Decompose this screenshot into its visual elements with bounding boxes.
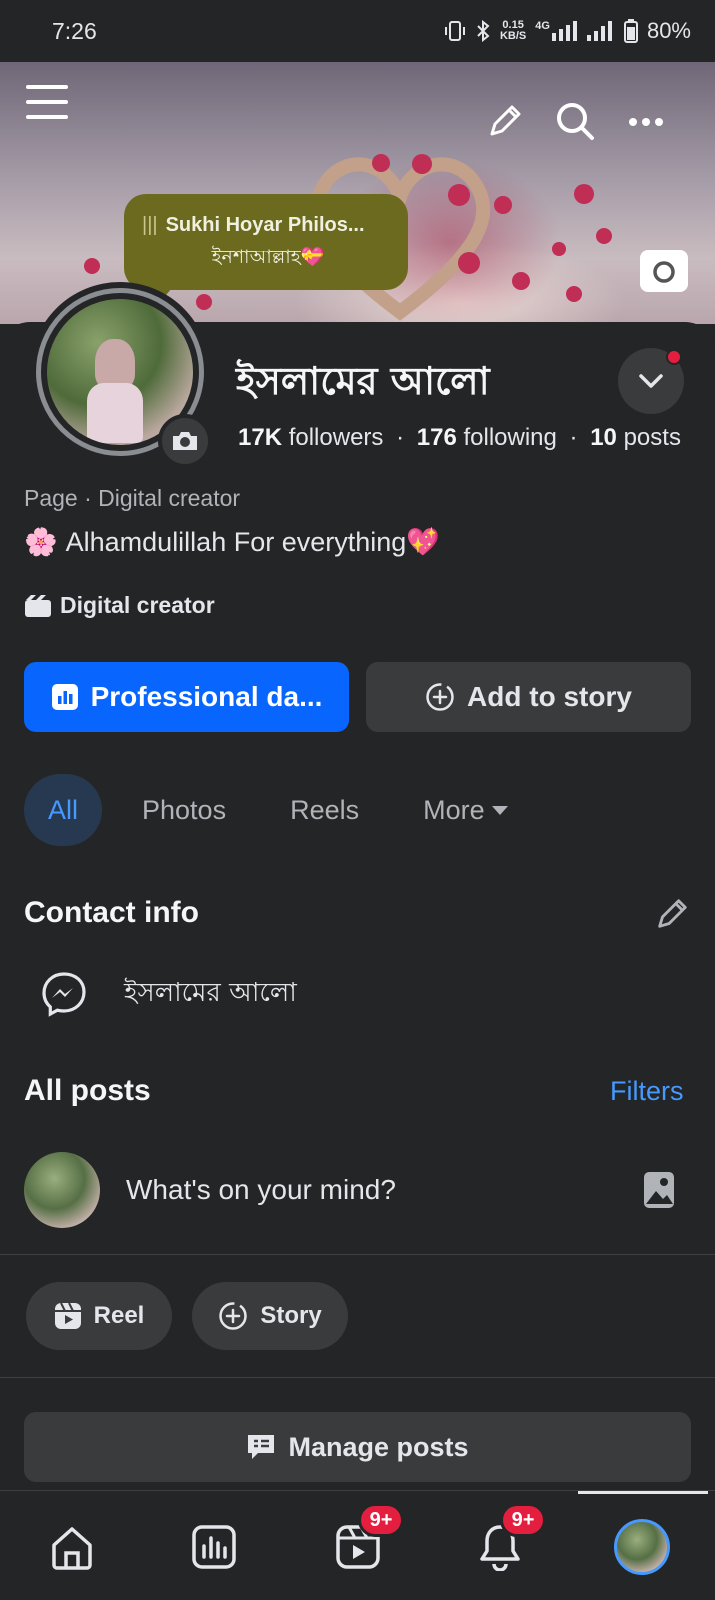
blossom-emoji-icon: 🌸 [24,527,58,557]
cover-blossom [494,196,512,214]
bluetooth-icon [477,20,490,42]
dashboard-icon [51,684,78,710]
all-posts-title: All posts [24,1074,151,1107]
add-circle-icon [219,1302,248,1330]
cover-blossom [596,228,612,244]
professional-dashboard-button[interactable]: Professional da... [24,662,349,732]
clapperboard-icon [25,594,51,617]
story-button[interactable]: Story [192,1282,348,1350]
active-tab-indicator [578,1491,708,1494]
edit-contact-icon[interactable] [654,896,690,932]
camera-icon [653,261,675,283]
search-icon[interactable] [554,100,596,142]
nav-profile[interactable] [614,1519,670,1575]
camera-icon [173,432,197,450]
followers-link[interactable]: 17K followers [238,424,383,451]
chevron-down-icon [639,374,663,388]
note-text: ইনশাআল্লাহ💝 [211,247,325,268]
home-icon [52,1527,92,1570]
music-bars-icon: ||| [142,214,158,236]
pencil-icon[interactable] [486,102,524,140]
dashboard-icon [192,1525,236,1569]
profile-tabs: All Photos Reels More [24,774,509,846]
profile-stats: 17K followers · 176 following · 10 posts [238,424,681,451]
contact-messenger-row[interactable]: ইসলামের আলো [40,970,297,1018]
contact-info-title: Contact info [24,896,199,929]
net-speed: 0.15 KB/S [499,19,527,42]
add-to-story-button[interactable]: Add to story [366,662,691,732]
profile-bio: 🌸 Alhamdulillah For everything💖 [24,527,440,557]
menu-icon[interactable] [26,82,68,122]
nav-dashboard[interactable] [186,1519,242,1575]
status-time: 7:26 [52,17,97,44]
nav-home[interactable] [44,1519,100,1575]
cover-blossom [552,242,566,256]
more-icon[interactable] [628,116,664,128]
caret-down-icon [491,806,508,815]
filters-link[interactable]: Filters [610,1076,684,1107]
cover-blossom [196,294,212,310]
profile-avatar-small [614,1519,670,1575]
tab-reels[interactable]: Reels [290,774,359,846]
tab-photos[interactable]: Photos [142,774,226,846]
following-link[interactable]: 176 following [417,424,557,451]
cover-blossom [512,272,530,290]
status-bar: 7:26 0.15 KB/S 4G 80% [0,0,715,62]
manage-posts-icon [248,1435,275,1459]
battery-icon [623,19,638,43]
bottom-navigation: 9+ 9+ [0,1490,715,1600]
tab-more[interactable]: More [423,774,509,846]
composer-placeholder: What's on your mind? [126,1174,396,1205]
messenger-icon [42,972,86,1017]
posts-link[interactable]: 10 posts [590,424,681,451]
cover-blossom [574,184,594,204]
photo-icon[interactable] [643,1171,675,1209]
profile-note-bubble[interactable]: ||| Sukhi Hoyar Philos... ইনশাআল্লাহ💝 [124,194,408,290]
cover-blossom [372,154,390,172]
manage-posts-button[interactable]: Manage posts [24,1412,691,1482]
add-circle-icon [426,683,454,711]
cover-blossom [412,154,432,174]
cover-blossom [458,252,480,274]
cover-blossom [448,184,470,206]
post-composer[interactable]: What's on your mind? [24,1152,691,1228]
page-category: Page · Digital creator [24,485,241,511]
reels-badge: 9+ [358,1503,404,1537]
cover-camera-button[interactable] [640,250,688,292]
tab-all[interactable]: All [24,774,103,846]
signal-4g: 4G [535,21,578,41]
vibrate-icon [444,21,465,41]
profile-panel [0,322,715,1600]
divider [0,1254,715,1255]
profile-category: Digital creator [24,592,215,619]
reel-button[interactable]: Reel [26,1282,172,1350]
profile-name: ইসলামের আলো [236,359,490,403]
note-title: ||| Sukhi Hoyar Philos... [142,214,365,236]
reel-icon [54,1302,81,1329]
messenger-name: ইসলামের আলো [124,978,297,1008]
status-icons: 0.15 KB/S 4G 80% [444,18,691,44]
cover-blossom [566,286,582,302]
composer-avatar [24,1152,100,1228]
divider [0,1377,715,1378]
notifications-badge: 9+ [500,1503,546,1537]
notification-dot [666,349,682,365]
avatar-camera-button[interactable] [158,414,212,468]
signal-icon [551,21,577,41]
cover-blossom [84,258,100,274]
battery-percent: 80% [646,18,691,43]
signal-icon-2 [586,21,612,41]
